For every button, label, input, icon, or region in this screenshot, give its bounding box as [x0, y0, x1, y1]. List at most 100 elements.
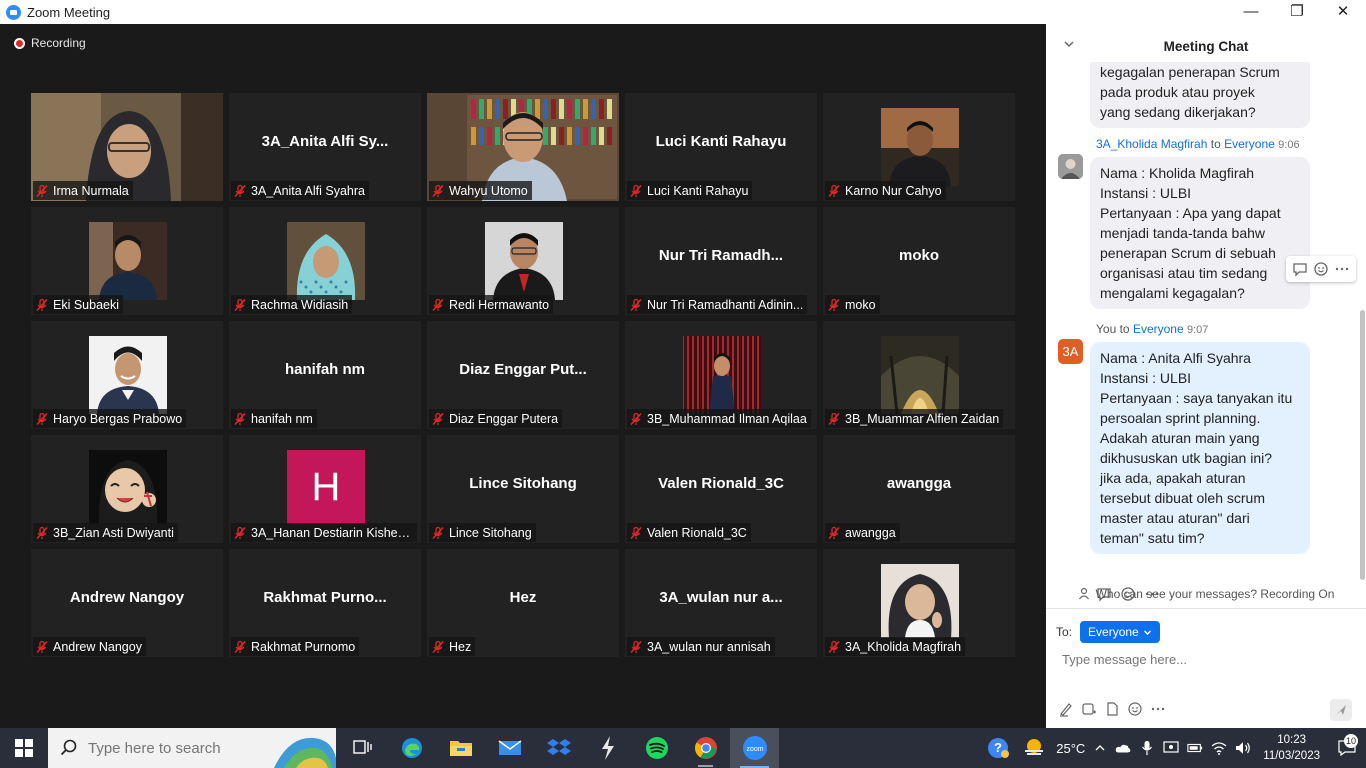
chrome-app[interactable] — [681, 728, 730, 768]
reply-icon[interactable] — [1292, 261, 1308, 277]
start-button[interactable] — [0, 728, 48, 768]
participant-display-name: Luci Kanti Rahayu — [655, 133, 787, 150]
weather-icon[interactable] — [1016, 728, 1052, 768]
recipient-dropdown[interactable]: Everyone — [1080, 621, 1160, 643]
minimize-button[interactable]: — — [1228, 0, 1274, 22]
temperature[interactable]: 25°C — [1052, 728, 1089, 768]
participant-tile[interactable]: 3B_Muammar Alfien Zaidan — [823, 321, 1015, 429]
participant-tile[interactable]: Andrew Nangoy Andrew Nangoy — [31, 549, 223, 657]
microphone-icon[interactable] — [1135, 728, 1159, 768]
participant-tile[interactable]: Karno Nur Cahyo — [823, 93, 1015, 201]
participant-tile[interactable]: Valen Rionald_3C Valen Rionald_3C — [625, 435, 817, 543]
sender-name[interactable]: 3A_Kholida Magfirah — [1096, 137, 1207, 151]
mic-muted-icon — [432, 526, 444, 539]
participant-name: awangga — [845, 525, 896, 540]
participant-name: 3B_Muhammad Ilman Aqilaa — [647, 411, 807, 426]
chat-toolbar — [1058, 701, 1166, 717]
participant-tile[interactable]: H 3A_Hanan Destiarin Kishen... — [229, 435, 421, 543]
recording-indicator[interactable]: Recording — [14, 36, 86, 50]
screenshot-icon[interactable] — [1081, 701, 1097, 717]
chevron-down-icon[interactable] — [1062, 37, 1076, 51]
wifi-icon[interactable] — [1207, 728, 1231, 768]
participant-tile[interactable]: Hez Hez — [427, 549, 619, 657]
message-line: Nama : Kholida Magfirah — [1100, 165, 1255, 181]
privacy-note[interactable]: Who can see your messages? Recording On — [1046, 584, 1366, 604]
participant-tile[interactable]: 3A_Kholida Magfirah — [823, 549, 1015, 657]
participant-name-label: Valen Rionald_3C — [627, 523, 751, 542]
more-icon[interactable] — [1334, 261, 1350, 277]
battery-icon[interactable] — [1183, 728, 1207, 768]
search-input[interactable] — [88, 739, 288, 757]
chat-scrollbar[interactable] — [1360, 310, 1365, 580]
participant-tile[interactable]: Eki Subaeki — [31, 207, 223, 315]
participant-tile[interactable]: 3A_wulan nur a... 3A_wulan nur annisah — [625, 549, 817, 657]
participant-name: Wahyu Utomo — [449, 183, 528, 198]
to-word: to — [1210, 137, 1221, 151]
to-label: To: — [1056, 625, 1073, 639]
file-explorer-app[interactable] — [436, 728, 485, 768]
participant-name-label: Luci Kanti Rahayu — [627, 181, 753, 200]
participant-tile[interactable]: hanifah nm hanifah nm — [229, 321, 421, 429]
notification-center[interactable]: 10 — [1328, 734, 1366, 756]
mail-app[interactable] — [485, 728, 534, 768]
mic-muted-icon — [36, 184, 48, 197]
svg-text:?: ? — [994, 740, 1002, 755]
spotify-app[interactable] — [632, 728, 681, 768]
participant-tile[interactable]: Redi Hermawanto — [427, 207, 619, 315]
clock[interactable]: 10:23 11/03/2023 — [1255, 732, 1328, 764]
emoji-icon[interactable] — [1127, 701, 1143, 717]
participant-tile[interactable]: moko moko — [823, 207, 1015, 315]
participant-tile[interactable]: Rachma Widiasih — [229, 207, 421, 315]
message-line: Pertanyaan : Apa yang dapat — [1100, 205, 1281, 221]
chevron-up-icon[interactable] — [1089, 728, 1111, 768]
message-input[interactable] — [1062, 652, 1342, 667]
participant-name-label: Rachma Widiasih — [231, 295, 353, 314]
message-line: pada produk atau proyek — [1100, 84, 1255, 100]
chat-title: Meeting Chat — [1163, 38, 1249, 54]
volume-icon[interactable] — [1231, 728, 1255, 768]
pinned-apps: zoom — [338, 728, 779, 768]
app-s-app[interactable] — [583, 728, 632, 768]
participant-tile[interactable]: 3A_Anita Alfi Sy... 3A_Anita Alfi Syahra — [229, 93, 421, 201]
edge-app[interactable] — [387, 728, 436, 768]
help-icon[interactable]: ? — [980, 728, 1016, 768]
participant-tile[interactable]: Nur Tri Ramadh... Nur Tri Ramadhanti Adin… — [625, 207, 817, 315]
maximize-button[interactable]: ❐ — [1274, 0, 1320, 22]
participant-display-name: Andrew Nangoy — [69, 589, 185, 606]
participant-name: 3A_Hanan Destiarin Kishen... — [251, 525, 413, 540]
participant-name: Andrew Nangoy — [53, 639, 142, 654]
participant-tile[interactable]: 3B_Muhammad Ilman Aqilaa — [625, 321, 817, 429]
participant-tile[interactable]: Diaz Enggar Put... Diaz Enggar Putera — [427, 321, 619, 429]
zoom-app[interactable]: zoom — [730, 728, 779, 768]
display-icon[interactable] — [1159, 728, 1183, 768]
participant-name: 3A_wulan nur annisah — [647, 639, 771, 654]
chat-panel: Meeting Chat kegagalan penerapan Scrum p… — [1046, 24, 1366, 728]
task-view-button[interactable] — [338, 728, 387, 768]
mic-muted-icon — [630, 640, 642, 653]
participant-name-label: 3A_Anita Alfi Syahra — [231, 181, 369, 200]
recipient-name: Everyone — [1132, 322, 1184, 336]
file-icon[interactable] — [1104, 701, 1120, 717]
taskbar-search[interactable] — [48, 728, 336, 768]
participant-tile[interactable]: Irma Nurmala — [31, 93, 223, 201]
participant-tile[interactable]: Rakhmat Purno... Rakhmat Purnomo — [229, 549, 421, 657]
participant-tile[interactable]: 3B_Zian Asti Dwiyanti — [31, 435, 223, 543]
participant-name-label: Karno Nur Cahyo — [825, 181, 946, 200]
onedrive-icon[interactable] — [1111, 728, 1135, 768]
participant-tile[interactable]: awangga awangga — [823, 435, 1015, 543]
chat-messages[interactable]: kegagalan penerapan Scrum pada produk at… — [1046, 62, 1366, 608]
participant-tile[interactable]: Luci Kanti Rahayu Luci Kanti Rahayu — [625, 93, 817, 201]
participant-avatar — [89, 222, 167, 300]
recipient-row: To: Everyone — [1056, 621, 1160, 643]
send-button[interactable] — [1330, 699, 1352, 721]
participant-tile[interactable]: Wahyu Utomo — [427, 93, 619, 201]
format-icon[interactable] — [1058, 701, 1074, 717]
emoji-icon[interactable] — [1313, 261, 1329, 277]
participant-display-name: Nur Tri Ramadh... — [658, 247, 784, 264]
more-icon[interactable] — [1150, 701, 1166, 717]
participant-tile[interactable]: Lince Sitohang Lince Sitohang — [427, 435, 619, 543]
participant-tile[interactable]: Haryo Bergas Prabowo — [31, 321, 223, 429]
dropbox-app[interactable] — [534, 728, 583, 768]
close-button[interactable]: ✕ — [1320, 0, 1366, 22]
participant-name: 3A_Kholida Magfirah — [845, 639, 962, 654]
